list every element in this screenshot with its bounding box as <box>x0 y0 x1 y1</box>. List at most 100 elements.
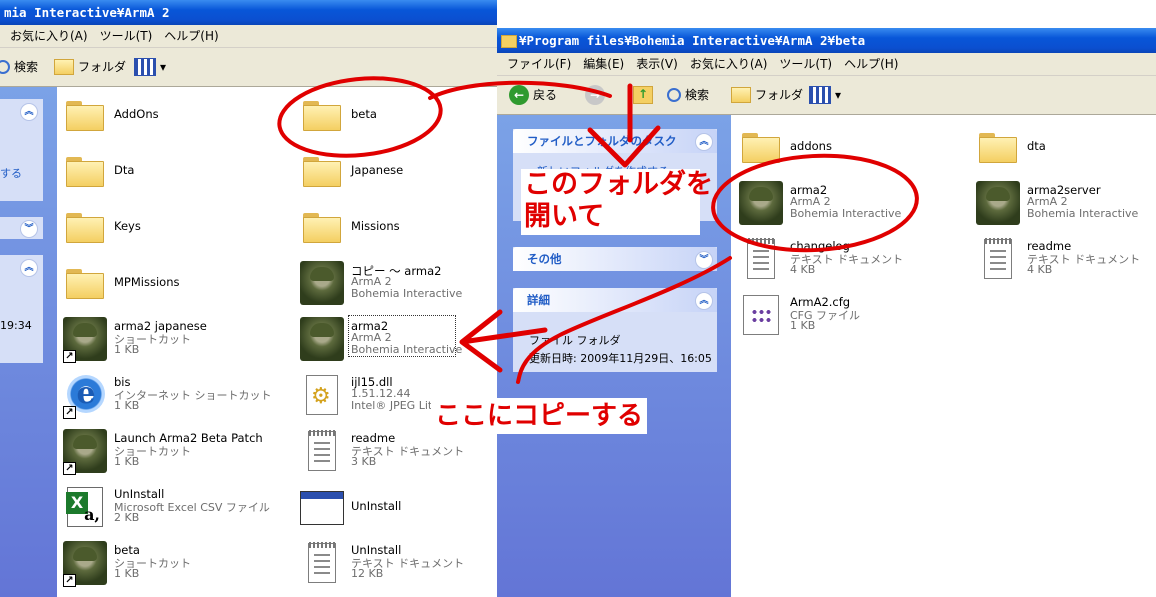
item-detail: 1 KB <box>114 343 140 356</box>
folder-item[interactable]: dta <box>974 121 1156 173</box>
item-icon <box>298 427 346 475</box>
file-item[interactable]: e ↗ bis インターネット ショートカット 1 KB <box>61 369 291 421</box>
item-detail: 1 KB <box>790 319 816 332</box>
folders-button[interactable]: フォルダ <box>731 84 803 106</box>
folder-icon <box>66 157 104 187</box>
collapse-icon[interactable]: ︽ <box>695 292 713 310</box>
menu-edit[interactable]: 編集(E) <box>583 57 624 71</box>
item-detail: Bohemia Interactive <box>790 207 902 220</box>
folder-icon <box>66 101 104 131</box>
shortcut-arrow-icon: ↗ <box>63 406 76 419</box>
file-item[interactable]: ↗ Launch Arma2 Beta Patch ショートカット 1 KB <box>61 425 291 477</box>
dll-file-icon <box>306 375 338 415</box>
folder-item[interactable]: beta <box>298 89 497 141</box>
menu-favorites[interactable]: お気に入り(A) <box>690 57 768 71</box>
file-item[interactable]: ↗ beta ショートカット 1 KB <box>61 537 291 589</box>
menu-favorites[interactable]: お気に入り(A) <box>10 29 88 43</box>
annotation-line: このフォルダを <box>524 169 713 200</box>
forward-button[interactable]: → <box>585 84 605 106</box>
item-icon <box>974 235 1022 283</box>
folder-icon <box>303 157 341 187</box>
folder-icon <box>742 133 780 163</box>
chevron-down-icon: ▾ <box>835 88 842 102</box>
panel-header[interactable]: その他 <box>513 247 717 271</box>
file-item[interactable]: arma2 ArmA 2 Bohemia Interactive <box>298 313 497 365</box>
file-item[interactable]: コピー ～ arma2 ArmA 2 Bohemia Interactive <box>298 257 497 309</box>
explorer-window-beta: ¥Program files¥Bohemia Interactive¥ArmA … <box>497 28 1156 597</box>
arma2-app-icon <box>300 317 344 361</box>
file-item[interactable]: arma2 ArmA 2 Bohemia Interactive <box>737 177 967 229</box>
folder-item[interactable]: Dta <box>61 145 291 197</box>
search-button[interactable]: 検索 <box>667 84 709 106</box>
item-icon <box>61 91 109 139</box>
other-places-panel: その他 ︾ <box>513 247 717 271</box>
menu-tools[interactable]: ツール(T) <box>100 29 153 43</box>
search-icon <box>0 60 10 74</box>
back-arrow-icon: ← <box>509 85 529 105</box>
menu-help[interactable]: ヘルプ(H) <box>164 29 218 43</box>
item-icon <box>298 371 346 419</box>
file-item[interactable]: arma2server ArmA 2 Bohemia Interactive <box>974 177 1156 229</box>
folder-item[interactable]: AddOns <box>61 89 291 141</box>
file-item[interactable]: Xa, UnInstall Microsoft Excel CSV ファイル 2 KB <box>61 481 291 533</box>
expand-icon[interactable]: ︾ <box>20 220 38 238</box>
menu-tools[interactable]: ツール(T) <box>779 57 832 71</box>
file-item[interactable]: UnInstall テキスト ドキュメント 12 KB <box>298 537 497 589</box>
search-button[interactable]: 検索 <box>0 56 38 78</box>
item-icon <box>737 123 785 171</box>
title-bar[interactable]: ¥Program files¥Bohemia Interactive¥ArmA … <box>497 28 1156 53</box>
views-button[interactable]: ▾ <box>809 84 841 106</box>
folder-item[interactable]: Keys <box>61 201 291 253</box>
task-panel: ︽ する <box>0 99 43 201</box>
task-text[interactable]: する <box>0 165 22 181</box>
folder-item[interactable]: Japanese <box>298 145 497 197</box>
panel-header[interactable]: ファイルとフォルダのタスク <box>513 129 717 153</box>
folder-icon <box>54 59 74 75</box>
text-document-icon <box>747 238 775 279</box>
title-bar[interactable]: mia Interactive¥ArmA 2 _ □ ✕ <box>0 0 497 25</box>
back-label: 戻る <box>533 88 558 102</box>
explorer-window-arma2: mia Interactive¥ArmA 2 _ □ ✕ お気に入り(A) ツール… <box>0 0 497 597</box>
folder-icon <box>731 87 751 103</box>
folder-item[interactable]: Missions <box>298 201 497 253</box>
item-name: Japanese <box>351 163 404 177</box>
up-folder-button[interactable]: ↑ <box>633 84 653 106</box>
file-item[interactable]: ↗ arma2 japanese ショートカット 1 KB <box>61 313 291 365</box>
text-document-icon <box>308 542 336 583</box>
back-button[interactable]: ← 戻る <box>509 84 557 106</box>
file-item[interactable]: changelog テキスト ドキュメント 4 KB <box>737 233 967 285</box>
menu-file[interactable]: ファイル(F) <box>507 57 571 71</box>
folder-item[interactable]: MPMissions <box>61 257 291 309</box>
excel-csv-icon: Xa, <box>66 487 103 527</box>
item-icon <box>298 203 346 251</box>
file-item[interactable]: readme テキスト ドキュメント 4 KB <box>974 233 1156 285</box>
item-detail: 1 KB <box>114 567 140 580</box>
file-list: AddOns beta Dta Japanese Keys Missions MPMissi… <box>57 87 497 597</box>
views-button[interactable]: ▾ <box>134 56 166 78</box>
item-icon <box>61 259 109 307</box>
search-icon <box>667 88 681 102</box>
collapse-icon[interactable]: ︽ <box>20 259 38 277</box>
collapse-icon[interactable]: ︽ <box>695 133 713 151</box>
collapse-icon[interactable]: ︽ <box>20 103 38 121</box>
file-item[interactable]: ArmA2.cfg CFG ファイル 1 KB <box>737 289 967 341</box>
arma2-app-icon <box>976 181 1020 225</box>
menu-help[interactable]: ヘルプ(H) <box>844 57 898 71</box>
views-icon <box>134 58 156 76</box>
item-name: Missions <box>351 219 400 233</box>
expand-icon[interactable]: ︾ <box>695 251 713 269</box>
item-detail: 1 KB <box>114 455 140 468</box>
details-time: 19:34 <box>0 319 32 332</box>
folders-button[interactable]: フォルダ <box>54 56 126 78</box>
item-icon <box>974 123 1022 171</box>
item-icon: ↗ <box>61 315 109 363</box>
file-item[interactable]: UnInstall <box>298 481 497 533</box>
item-detail: 12 KB <box>351 567 384 580</box>
item-icon <box>737 291 785 339</box>
views-icon <box>809 86 831 104</box>
menu-view[interactable]: 表示(V) <box>636 57 678 71</box>
folder-icon <box>66 269 104 299</box>
item-name: addons <box>790 139 832 153</box>
panel-header[interactable]: 詳細 <box>513 288 717 312</box>
folder-item[interactable]: addons <box>737 121 967 173</box>
